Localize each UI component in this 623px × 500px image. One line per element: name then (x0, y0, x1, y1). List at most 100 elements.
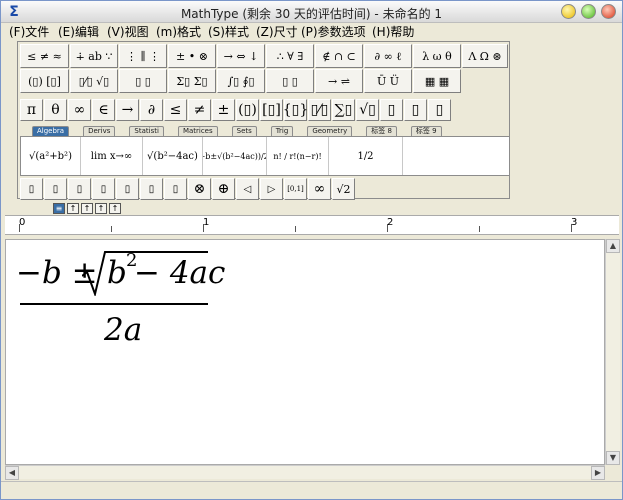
left-triangle-button[interactable]: ◁ (236, 178, 259, 200)
fraction-template-button[interactable]: ▯⁄▯ (308, 99, 331, 121)
ruler-tick (19, 224, 20, 232)
scroll-up-icon[interactable]: ▲ (606, 239, 620, 253)
menu-view[interactable]: (V)视图 (107, 24, 149, 40)
mathtype-window: Σ MathType (剩余 30 天的评估时间) - 未命名的 1 (F)文件… (0, 0, 623, 500)
fence-templates-button[interactable]: (▯) [▯] (20, 69, 69, 93)
align-level-2-button[interactable]: ↑ (67, 203, 79, 214)
template-row-2: (▯) [▯] ▯⁄▯ √▯ ▯ ▯ Σ▯ Σ▯ ∫▯ ∮▯ ▯ ▯ → ⇌ Ū… (20, 69, 462, 93)
maximize-button[interactable] (581, 4, 596, 19)
ruler-tick (111, 226, 112, 232)
subscript-superscript-templates-button[interactable]: ▯ ▯ (119, 69, 167, 93)
scroll-right-icon[interactable]: ▶ (591, 466, 605, 480)
menu-edit[interactable]: (E)编辑 (58, 24, 99, 40)
status-bar (1, 481, 622, 499)
menu-bar: (F)文件 (E)编辑 (V)视图 (m)格式 (S)样式 (Z)尺寸 (P)参… (1, 23, 622, 41)
template-slot-5[interactable]: ▯ (116, 178, 139, 200)
denominator-2a: 2a (104, 312, 143, 348)
sqrt-two-button[interactable]: √2 (332, 178, 355, 200)
summation-template-button[interactable]: ∑▯ (332, 99, 355, 121)
close-button[interactable] (601, 4, 616, 19)
interval-button[interactable]: [0,1] (284, 178, 307, 200)
scroll-left-icon[interactable]: ◀ (5, 466, 19, 480)
template-slot-2[interactable]: ▯ (44, 178, 67, 200)
ruler-tick (479, 226, 480, 232)
not-equal-symbol-button[interactable]: ≠ (188, 99, 211, 121)
greek-lowercase-button[interactable]: λ ω θ (413, 44, 461, 68)
integral-templates-button[interactable]: ∫▯ ∮▯ (217, 69, 265, 93)
sub-superscript-template-button[interactable]: ▯ (428, 99, 451, 121)
template-pythagorean[interactable]: √(a²+b²) (21, 137, 81, 175)
quick-symbols-row: π θ ∞ ∈ → ∂ ≤ ≠ ± (▯) [▯] {▯} ▯⁄▯ ∑▯ √▯ … (20, 99, 452, 121)
tab-stop-toolbar: ≡ ↑ ↑ ↑ ↑ (53, 203, 123, 214)
menu-help[interactable]: (H)帮助 (372, 24, 414, 40)
fraction-bar (20, 303, 208, 305)
template-combination[interactable]: n! / r!(n−r)! (267, 137, 329, 175)
align-level-4-button[interactable]: ↑ (95, 203, 107, 214)
symbol-palette: ≤ ≠ ≈ ∔ ab ∵ ⋮ ∥ ⋮ ± • ⊗ → ⇔ ↓ ∴ ∀ ∃ ∉ ∩… (17, 41, 510, 200)
template-limit[interactable]: lim x→∞ (81, 137, 143, 175)
summation-templates-button[interactable]: Σ▯ Σ▯ (168, 69, 216, 93)
template-slot-4[interactable]: ▯ (92, 178, 115, 200)
products-set-templates-button[interactable]: Ū Ü (364, 69, 412, 93)
template-discriminant[interactable]: √(b²−4ac) (143, 137, 203, 175)
horizontal-scrollbar[interactable]: ◀ ▶ (5, 465, 605, 480)
scroll-down-icon[interactable]: ▼ (606, 451, 620, 465)
menu-preferences[interactable]: (P)参数选项 (301, 24, 366, 40)
menu-style[interactable]: (S)样式 (208, 24, 249, 40)
logical-symbols-button[interactable]: ∴ ∀ ∃ (266, 44, 314, 68)
spaces-ellipses-button[interactable]: ∔ ab ∵ (70, 44, 118, 68)
pi-symbol-button[interactable]: π (20, 99, 43, 121)
right-arrow-symbol-button[interactable]: → (116, 99, 139, 121)
vertical-scrollbar[interactable]: ▲ ▼ (605, 239, 620, 465)
right-triangle-button[interactable]: ▷ (260, 178, 283, 200)
circled-times-button[interactable]: ⊗ (188, 178, 211, 200)
circled-plus-button[interactable]: ⊕ (212, 178, 235, 200)
ruler-tick (387, 224, 388, 232)
equation-editor-area[interactable]: −b ± b 2 − 4ac 2a (5, 239, 605, 465)
title-bar: Σ MathType (剩余 30 天的评估时间) - 未命名的 1 (1, 1, 622, 23)
menu-format[interactable]: (m)格式 (156, 24, 201, 40)
theta-symbol-button[interactable]: θ (44, 99, 67, 121)
square-root-template-button[interactable]: √▯ (356, 99, 379, 121)
menu-file[interactable]: (F)文件 (9, 24, 49, 40)
matrix-templates-button[interactable]: ▦ ▦ (413, 69, 461, 93)
operator-symbols-button[interactable]: ± • ⊗ (168, 44, 216, 68)
element-of-symbol-button[interactable]: ∈ (92, 99, 115, 121)
template-half[interactable]: 1/2 (329, 137, 403, 175)
menu-size[interactable]: (Z)尺寸 (256, 24, 298, 40)
embellishments-button[interactable]: ⋮ ∥ ⋮ (119, 44, 167, 68)
infinity-symbol-button[interactable]: ∞ (68, 99, 91, 121)
braces-template-button[interactable]: {▯} (283, 99, 308, 121)
less-equal-symbol-button[interactable]: ≤ (164, 99, 187, 121)
template-quadratic[interactable]: (−b±√(b²−4ac))/2a (203, 137, 267, 175)
align-level-5-button[interactable]: ↑ (109, 203, 121, 214)
labeled-arrow-templates-button[interactable]: → ⇌ (315, 69, 363, 93)
misc-symbols-button[interactable]: ∂ ∞ ℓ (364, 44, 412, 68)
numerator-minus-4ac: − 4ac (134, 255, 226, 291)
partial-symbol-button[interactable]: ∂ (140, 99, 163, 121)
template-slot-6[interactable]: ▯ (140, 178, 163, 200)
greek-uppercase-button[interactable]: Λ Ω ⊛ (462, 44, 508, 68)
underbar-overbar-templates-button[interactable]: ▯ ▯ (266, 69, 314, 93)
ruler-tick (203, 224, 204, 232)
template-slot-1[interactable]: ▯ (20, 178, 43, 200)
ruler-tick (295, 226, 296, 232)
superscript-template-button[interactable]: ▯ (380, 99, 403, 121)
plus-minus-symbol-button[interactable]: ± (212, 99, 235, 121)
ruler[interactable]: 0 1 2 3 (5, 215, 619, 235)
align-level-3-button[interactable]: ↑ (81, 203, 93, 214)
template-slot-7[interactable]: ▯ (164, 178, 187, 200)
relational-symbols-button[interactable]: ≤ ≠ ≈ (20, 44, 69, 68)
arrow-symbols-button[interactable]: → ⇔ ↓ (217, 44, 265, 68)
subscript-template-button[interactable]: ▯ (404, 99, 427, 121)
set-theory-symbols-button[interactable]: ∉ ∩ ⊂ (315, 44, 363, 68)
minimize-button[interactable] (561, 4, 576, 19)
expression-templates: √(a²+b²) lim x→∞ √(b²−4ac) (−b±√(b²−4ac)… (20, 136, 510, 176)
parentheses-template-button[interactable]: (▯) (236, 99, 259, 121)
radical-b: b (107, 255, 127, 291)
brackets-template-button[interactable]: [▯] (260, 99, 283, 121)
fraction-radical-templates-button[interactable]: ▯⁄▯ √▯ (70, 69, 118, 93)
infinity-button[interactable]: ∞ (308, 178, 331, 200)
align-level-1-button[interactable]: ≡ (53, 203, 65, 214)
template-slot-3[interactable]: ▯ (68, 178, 91, 200)
